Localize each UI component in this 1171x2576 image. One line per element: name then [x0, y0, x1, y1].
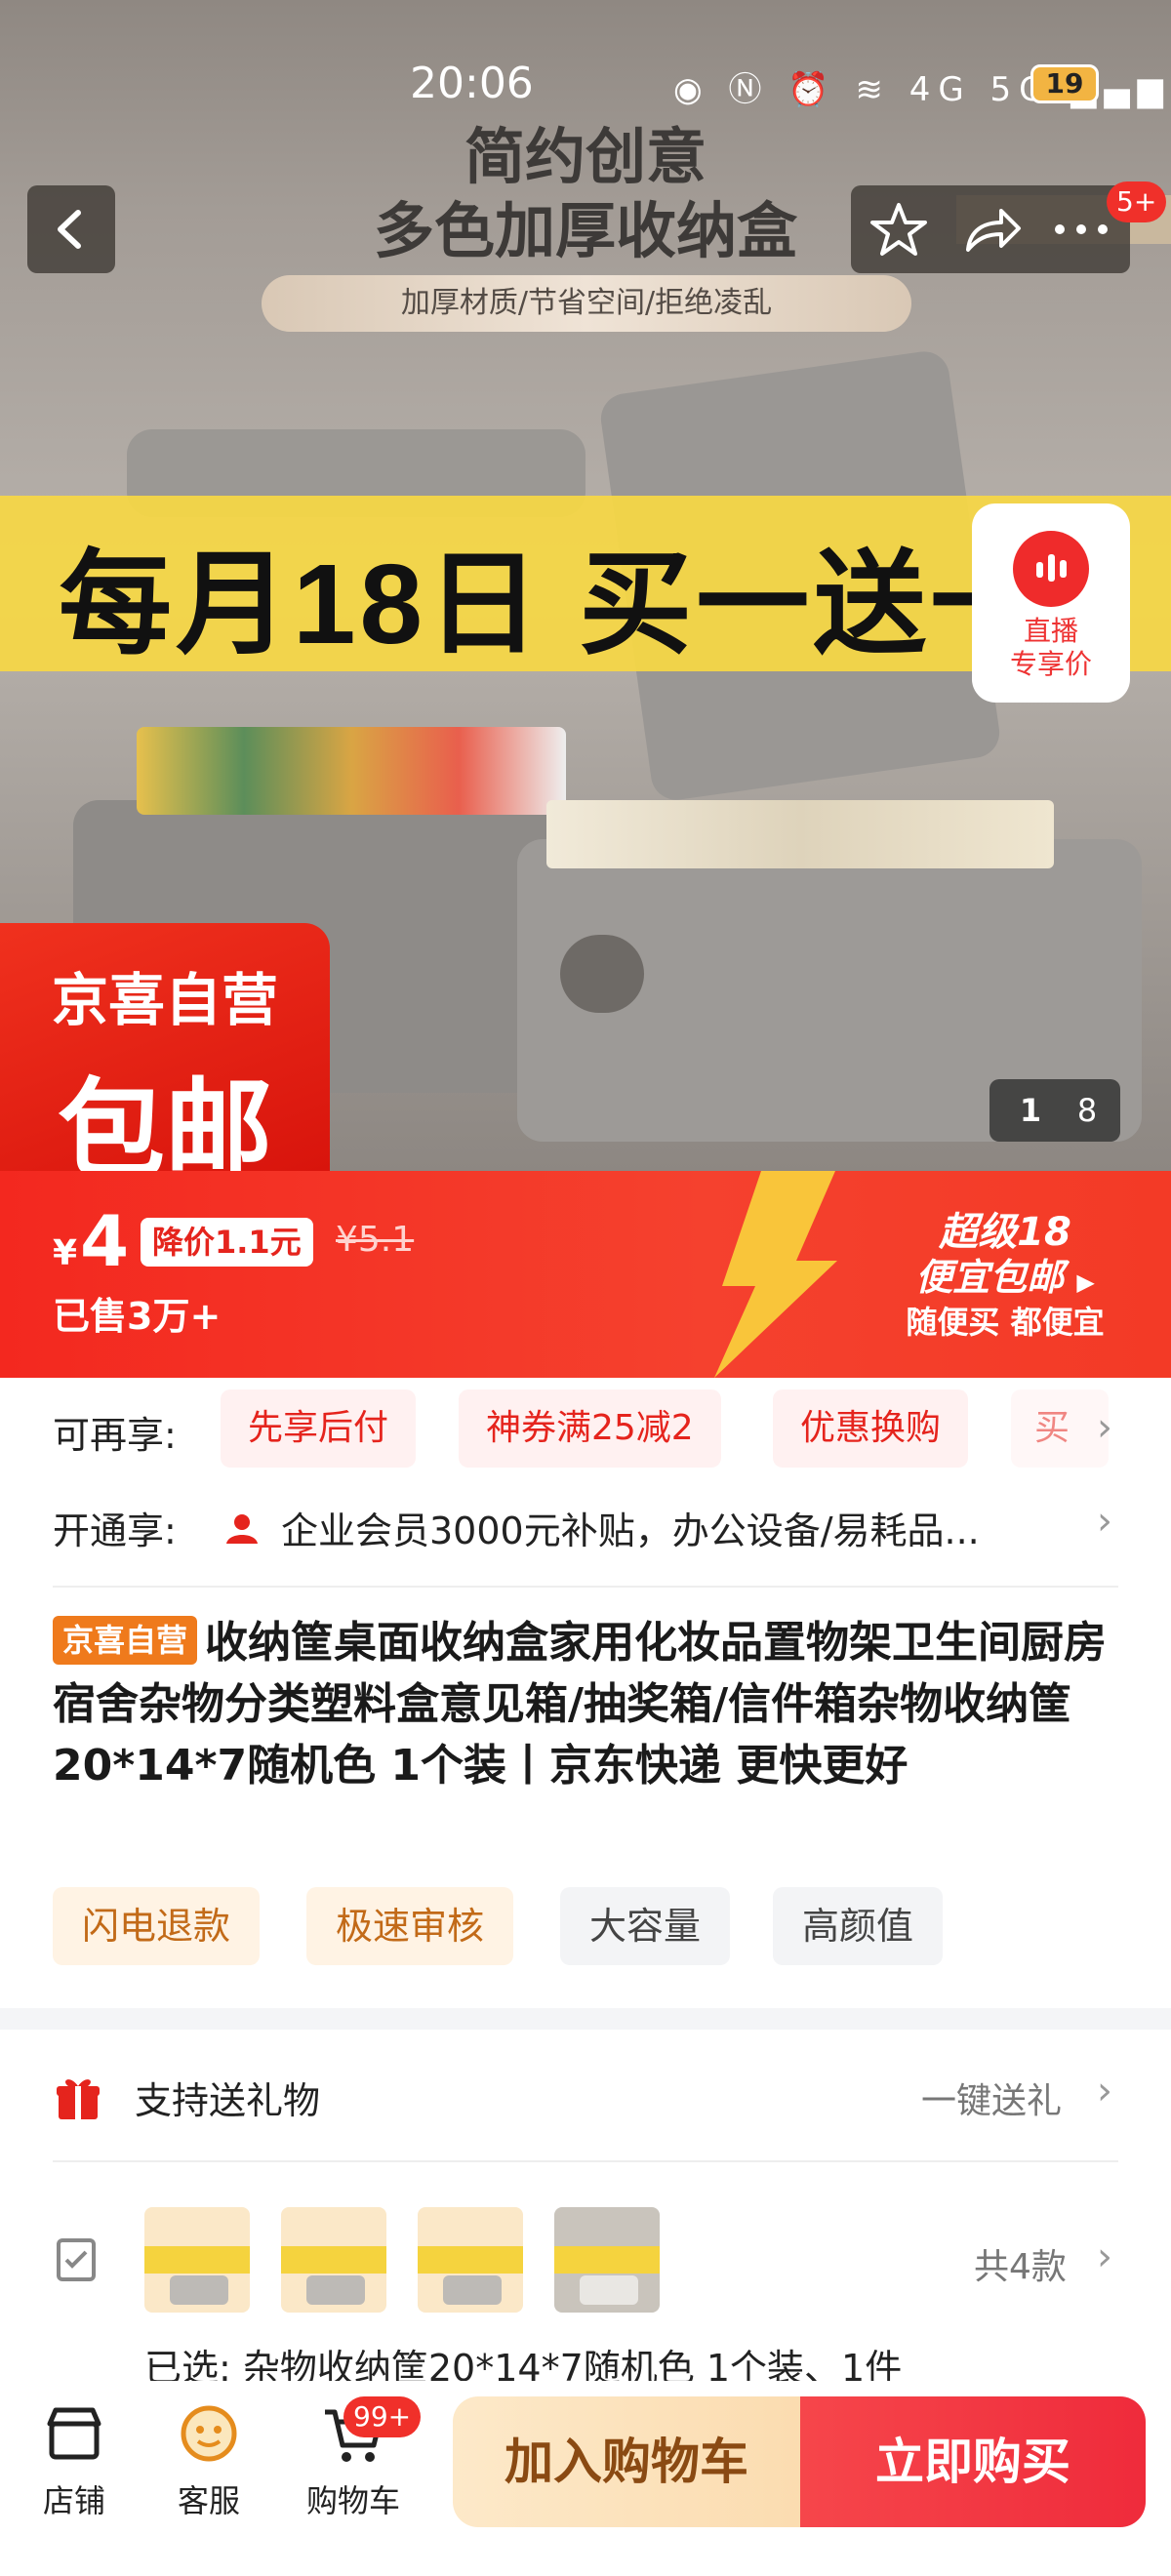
promo-banner-text: 每月18日 买一送一: [59, 541, 1048, 667]
box-contents-packs: [546, 800, 1054, 868]
status-bar: 20:06 ◉ Ⓝ ⏰ ≋ 4G 5G ▂▄▆ 19: [0, 59, 1171, 117]
sold-count: 已售3万+: [53, 1295, 222, 1338]
promo-line2-text: 便宜包邮: [915, 1256, 1065, 1299]
section-gap: [0, 2008, 1171, 2030]
live-label-2: 专享价: [1009, 648, 1092, 680]
service-tab[interactable]: 客服: [150, 2400, 267, 2521]
hero-subline: 加厚材质/节省空间/拒绝凌乱: [262, 275, 911, 332]
offer-chip[interactable]: 先享后付: [221, 1389, 417, 1468]
status-time: 20:06: [410, 59, 534, 108]
service-label: 客服: [177, 2482, 240, 2519]
service-tag: 闪电退款: [53, 1887, 261, 1965]
variant-thumbnail[interactable]: [554, 2207, 660, 2313]
offers-label: 可再享:: [53, 1414, 177, 1457]
chevron-left-icon: [58, 210, 81, 249]
customer-service-icon: [150, 2400, 267, 2469]
box-handle: [560, 935, 644, 1013]
page-current: 1: [1019, 1092, 1042, 1129]
promo-line3: 随便买 都便宜: [906, 1304, 1105, 1341]
divider: [53, 1586, 1118, 1588]
feature-tag: 大容量: [560, 1887, 731, 1965]
badge-top-text: 京喜自营: [51, 967, 278, 1033]
selection-icon: [57, 2238, 96, 2281]
live-icon: [1013, 531, 1089, 607]
price-bar: ¥ 4 ¥5.1 已售3万+ 超级18 便宜包邮 ▶ 随便买 都便宜: [0, 1171, 1171, 1378]
box-contents-cans: [137, 727, 566, 815]
chevron-right-icon[interactable]: ›: [1097, 2234, 1112, 2279]
product-title-block: 京喜自营 收纳筐桌面收纳盒家用化妆品置物架卫生间厨房宿舍杂物分类塑料盒意见箱/抽奖…: [53, 1612, 1126, 1796]
promo-line2[interactable]: 便宜包邮 ▶: [878, 1247, 1132, 1301]
buy-now-button[interactable]: 立即购买: [800, 2396, 1146, 2527]
gift-label: 支持送礼物: [135, 2079, 321, 2122]
offer-chip[interactable]: 神券满25减2: [459, 1389, 721, 1468]
variant-thumbnail[interactable]: [144, 2207, 250, 2313]
share-icon[interactable]: [956, 195, 1025, 263]
battery-icon: 19: [1030, 64, 1099, 103]
top-action-group: [851, 185, 1130, 273]
offer-chip[interactable]: 买: [1011, 1389, 1109, 1468]
cart-badge: 99+: [343, 2396, 422, 2437]
gift-icon: [57, 2079, 100, 2119]
membership-text[interactable]: 企业会员3000元补贴，办公设备/易耗品...: [281, 1501, 1071, 1554]
play-icon: ▶: [1076, 1268, 1095, 1296]
page-total: 8: [1076, 1092, 1098, 1129]
variant-count[interactable]: 共4款: [974, 2238, 1067, 2289]
store-label: 店铺: [42, 2482, 105, 2519]
page-indicator: 1 8: [989, 1079, 1120, 1142]
gift-action[interactable]: 一键送礼: [921, 2073, 1062, 2123]
self-operated-badge: 京喜自营 包邮: [0, 923, 330, 1171]
person-icon: [226, 1514, 258, 1544]
price-amount: 4: [80, 1200, 130, 1282]
back-button[interactable]: [27, 185, 115, 273]
star-icon[interactable]: [865, 195, 933, 263]
notification-badge: 5+: [1107, 181, 1167, 222]
product-image-carousel[interactable]: 简约创意 多色加厚收纳盒 加厚材质/节省空间/拒绝凌乱 每月18日 买一送一 2…: [0, 0, 1171, 1171]
currency-symbol: ¥: [53, 1233, 78, 1273]
membership-label: 开通享:: [53, 1509, 177, 1552]
store-tab[interactable]: 店铺: [16, 2400, 133, 2521]
discount-badge: 降价1.1元: [141, 1218, 313, 1267]
live-label-1: 直播: [1023, 615, 1078, 647]
divider: [53, 2160, 1118, 2162]
add-to-cart-button[interactable]: 加入购物车: [453, 2396, 800, 2527]
variant-thumbnail[interactable]: [418, 2207, 523, 2313]
store-icon: [16, 2400, 133, 2469]
badge-bottom-text: 包邮: [58, 1067, 272, 1171]
chevron-right-icon[interactable]: ›: [1097, 2069, 1112, 2113]
live-price-button[interactable]: 直播 专享价: [972, 503, 1130, 703]
feature-tag: 高颜值: [773, 1887, 944, 1965]
service-tag: 极速审核: [306, 1887, 514, 1965]
chevron-right-icon[interactable]: ›: [1097, 1499, 1112, 1544]
variant-thumbnail[interactable]: [281, 2207, 386, 2313]
original-price: ¥5.1: [336, 1220, 415, 1260]
hero-headline-2: 多色加厚收纳盒: [373, 195, 797, 266]
cart-label: 购物车: [305, 2482, 400, 2519]
lightning-icon: [714, 1171, 837, 1378]
product-title: 收纳筐桌面收纳盒家用化妆品置物架卫生间厨房宿舍杂物分类塑料盒意见箱/抽奖箱/信件…: [53, 1618, 1108, 1791]
offer-chip[interactable]: 优惠换购: [773, 1389, 969, 1468]
chevron-right-icon[interactable]: ›: [1097, 1405, 1112, 1450]
shop-tag: 京喜自营: [53, 1616, 198, 1665]
